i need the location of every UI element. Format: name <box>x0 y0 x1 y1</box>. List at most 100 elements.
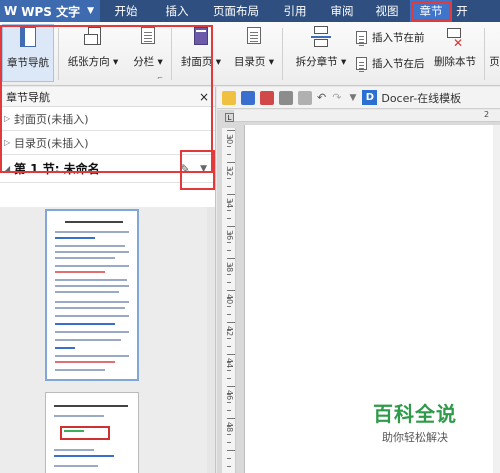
ruler-tick <box>227 458 231 459</box>
page-more-label: 页 <box>489 56 500 68</box>
app-name: WPS 文字 <box>21 4 81 19</box>
ruler-number: 30 <box>225 134 234 145</box>
ruler-tick <box>227 322 235 323</box>
ruler-number: 42 <box>225 326 234 337</box>
delete-section-label: 删除本节 <box>434 56 476 68</box>
tab-insert[interactable]: 插入 <box>152 0 202 22</box>
customize-icon[interactable]: ▼ <box>349 93 356 103</box>
open-folder-icon[interactable] <box>222 90 236 105</box>
ruler-tick <box>227 250 231 251</box>
page-thumbnail-1[interactable] <box>45 209 139 381</box>
highlight-box <box>180 150 215 190</box>
document-scrollbar[interactable] <box>493 125 500 473</box>
tab-start[interactable]: 开始 <box>100 0 152 22</box>
tab-reference[interactable]: 引用 <box>270 0 320 22</box>
ruler-tick <box>227 330 231 331</box>
ruler-tick <box>227 170 231 171</box>
ruler-tick <box>227 394 231 395</box>
ruler-tick <box>227 218 231 219</box>
export-pdf-icon[interactable] <box>260 90 274 105</box>
watermark-title: 百科全说 <box>373 402 457 426</box>
page-thumbnail-2[interactable] <box>45 392 139 473</box>
delete-section-button[interactable]: ✕ 删除本节 <box>430 26 480 69</box>
ruler-number: 40 <box>225 294 234 305</box>
ruler-tick <box>227 378 231 379</box>
tab-review[interactable]: 审阅 <box>320 0 364 22</box>
tab-more[interactable]: 开 <box>452 0 472 22</box>
toc-page-button[interactable]: 目录页 ▾ <box>232 26 276 69</box>
ruler-number: 34 <box>225 198 234 209</box>
tab-view[interactable]: 视图 <box>364 0 410 22</box>
delete-section-icon: ✕ <box>445 26 465 49</box>
watermark-subtitle: 助你轻松解决 <box>382 431 448 444</box>
ruler-tick <box>227 266 231 267</box>
ruler-tick <box>227 162 235 163</box>
toc-page-icon <box>244 26 264 48</box>
ruler-number: 46 <box>225 390 234 401</box>
insert-section-after-label: 插入节在后 <box>372 58 425 70</box>
ruler-tick <box>227 466 231 467</box>
ruler-tick <box>227 130 235 131</box>
ruler-tick <box>227 138 231 139</box>
ruler-tick <box>227 234 231 235</box>
tab-page-layout[interactable]: 页面布局 <box>202 0 270 22</box>
insert-before-icon <box>356 31 367 44</box>
ruler-tick <box>227 418 235 419</box>
page-more-button[interactable]: 页 <box>489 26 500 69</box>
insert-section-after-button[interactable]: 插入节在后 <box>356 56 425 71</box>
docer-label: Docer-在线模板 <box>381 91 462 105</box>
undo-icon[interactable]: ↶ <box>317 91 326 104</box>
chevron-down-icon: ▼ <box>87 6 94 16</box>
ruler-tick <box>227 346 231 347</box>
ruler-number: 38 <box>225 262 234 273</box>
tab-chapter[interactable]: 章节 <box>410 0 452 22</box>
ruler-tick <box>227 386 235 387</box>
split-section-label: 拆分章节 <box>295 56 338 68</box>
print-icon[interactable] <box>279 90 293 105</box>
ruler-tick <box>227 194 235 195</box>
ruler-tick <box>227 298 231 299</box>
ruler-tick <box>227 434 231 435</box>
ruler-tick <box>227 242 231 243</box>
ruler-number: 48 <box>225 422 234 433</box>
ruler-tick <box>227 274 231 275</box>
ruler-tick <box>227 354 235 355</box>
ruler-tick <box>227 290 235 291</box>
menu-bar: W WPS 文字 ▼ 开始 插入 页面布局 引用 审阅 视图 章节 开 <box>0 0 500 22</box>
vertical-ruler[interactable]: 30 32 34 36 38 40 42 44 46 48 <box>222 128 236 473</box>
ruler-tick <box>227 426 231 427</box>
ruler-tick <box>227 362 231 363</box>
wps-logo-icon: W <box>4 4 18 18</box>
ruler-tick <box>227 442 231 443</box>
save-icon[interactable] <box>241 90 255 105</box>
split-section-button[interactable]: 拆分章节 ▾ <box>292 26 350 69</box>
ruler-tick <box>227 338 231 339</box>
split-section-icon <box>311 26 331 48</box>
insert-section-before-button[interactable]: 插入节在前 <box>356 30 425 45</box>
print-preview-icon[interactable] <box>298 90 312 105</box>
app-menu-button[interactable]: W WPS 文字 ▼ <box>0 0 100 22</box>
quick-toolbar: ↶ ↷ ▼ D Docer-在线模板 <box>217 87 500 109</box>
ruler-corner-icon[interactable]: L <box>225 113 234 122</box>
docer-templates-button[interactable]: D Docer-在线模板 <box>362 90 461 106</box>
horizontal-ruler[interactable]: 2 <box>234 110 500 122</box>
ruler-tick <box>227 314 231 315</box>
ruler-tick <box>227 202 231 203</box>
ruler-tick <box>227 210 231 211</box>
ruler-tick <box>227 282 231 283</box>
menu-tabs: 开始 插入 页面布局 引用 审阅 视图 章节 开 <box>100 0 472 22</box>
toc-page-label: 目录页 <box>233 56 266 68</box>
ruler-tick <box>227 410 231 411</box>
ruler-tick <box>227 306 231 307</box>
watermark: 百科全说 助你轻松解决 <box>350 390 480 452</box>
ruler-tick <box>227 226 235 227</box>
redo-icon[interactable]: ↷ <box>332 91 341 104</box>
ruler-number: 32 <box>225 166 234 177</box>
ruler-tick <box>227 186 231 187</box>
ruler-number: 44 <box>225 358 234 369</box>
ruler-tick <box>227 146 231 147</box>
thumbnail-scrollbar[interactable] <box>207 207 215 473</box>
ruler-tick <box>227 402 231 403</box>
page-thumbnails <box>0 207 215 473</box>
insert-section-before-label: 插入节在前 <box>372 32 425 44</box>
